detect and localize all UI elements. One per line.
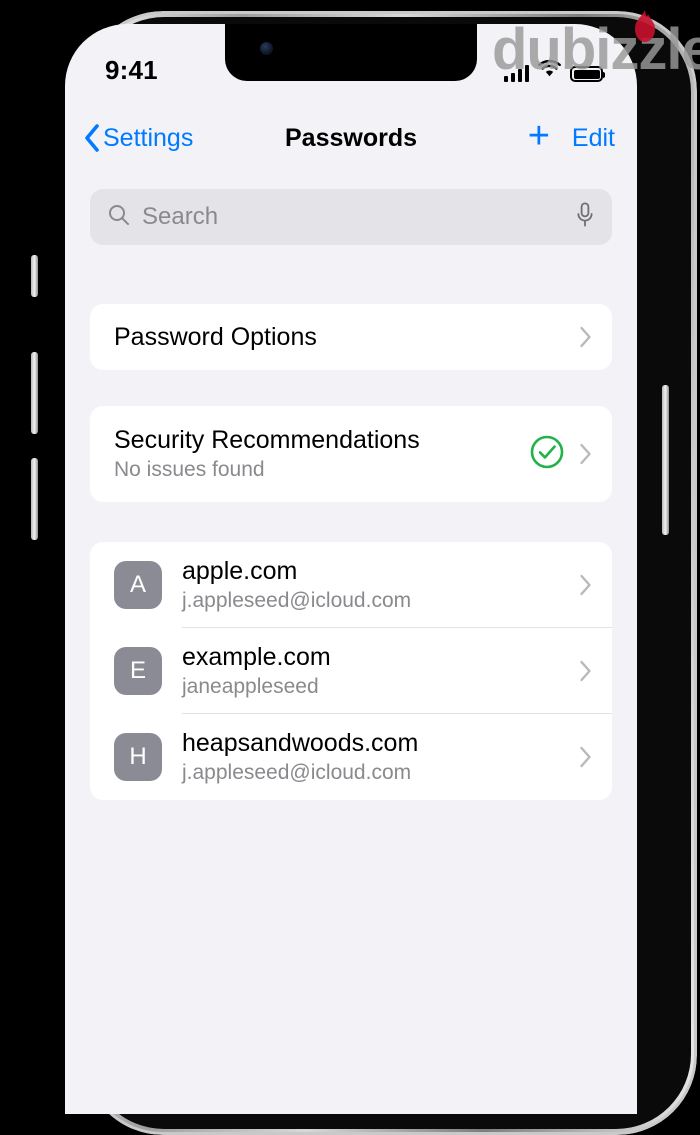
avatar: A <box>114 561 162 609</box>
battery-icon <box>570 66 605 82</box>
security-recommendations-subtitle: No issues found <box>114 458 265 481</box>
edit-button[interactable]: Edit <box>572 124 615 153</box>
security-recommendations-text: Security Recommendations No issues found <box>114 426 420 482</box>
nav-bar-actions: + Edit <box>528 117 615 155</box>
chevron-right-icon <box>579 660 592 682</box>
table-row[interactable]: H heapsandwoods.com j.appleseed@icloud.c… <box>90 714 612 800</box>
status-bar-time: 9:41 <box>105 54 158 85</box>
table-row[interactable]: A apple.com j.appleseed@icloud.com <box>90 542 612 628</box>
search-field[interactable]: Search <box>90 189 612 245</box>
account-site: apple.com <box>182 557 298 585</box>
navigation-bar: Settings Passwords + Edit <box>65 110 637 166</box>
status-bar-icons <box>504 59 605 82</box>
avatar: H <box>114 733 162 781</box>
password-options-label: Password Options <box>114 322 317 351</box>
password-options-card: Password Options <box>90 304 612 370</box>
wifi-icon <box>538 59 561 82</box>
chevron-right-icon <box>579 746 592 768</box>
front-camera-icon <box>260 42 273 55</box>
check-circle-icon <box>529 434 565 475</box>
account-username: j.appleseed@icloud.com <box>182 761 412 784</box>
back-button[interactable]: Settings <box>83 123 193 153</box>
power-button[interactable] <box>662 385 669 535</box>
account-text: apple.com j.appleseed@icloud.com <box>182 557 411 613</box>
account-username: janeappleseed <box>182 675 319 698</box>
chevron-right-icon <box>579 574 592 596</box>
volume-up-button[interactable] <box>31 352 38 434</box>
back-button-label: Settings <box>103 123 194 152</box>
security-recommendations-card: Security Recommendations No issues found <box>90 406 612 502</box>
chevron-left-icon <box>83 123 100 153</box>
account-site: heapsandwoods.com <box>182 729 419 757</box>
avatar: E <box>114 647 162 695</box>
search-input-placeholder: Search <box>142 203 219 230</box>
phone-screen: 9:41 Settings Passwords + Edit Search Pa… <box>65 24 637 1114</box>
account-site: example.com <box>182 643 331 671</box>
microphone-icon[interactable] <box>576 201 594 233</box>
account-text: heapsandwoods.com j.appleseed@icloud.com <box>182 729 418 785</box>
security-status-badge <box>529 434 592 475</box>
cellular-signal-icon <box>504 65 529 82</box>
add-password-button[interactable]: + <box>528 117 550 155</box>
volume-down-button[interactable] <box>31 458 38 540</box>
account-text: example.com janeappleseed <box>182 643 331 699</box>
silent-switch-button[interactable] <box>31 255 38 297</box>
security-recommendations-title: Security Recommendations <box>114 426 420 454</box>
table-row[interactable]: E example.com janeappleseed <box>90 628 612 714</box>
security-recommendations-row[interactable]: Security Recommendations No issues found <box>90 406 612 502</box>
password-options-row[interactable]: Password Options <box>90 304 612 370</box>
page-title: Passwords <box>284 123 418 152</box>
saved-passwords-card: A apple.com j.appleseed@icloud.com E exa… <box>90 542 612 800</box>
chevron-right-icon <box>579 443 592 465</box>
chevron-right-icon <box>579 326 592 348</box>
search-icon <box>108 204 130 231</box>
account-username: j.appleseed@icloud.com <box>182 589 412 612</box>
